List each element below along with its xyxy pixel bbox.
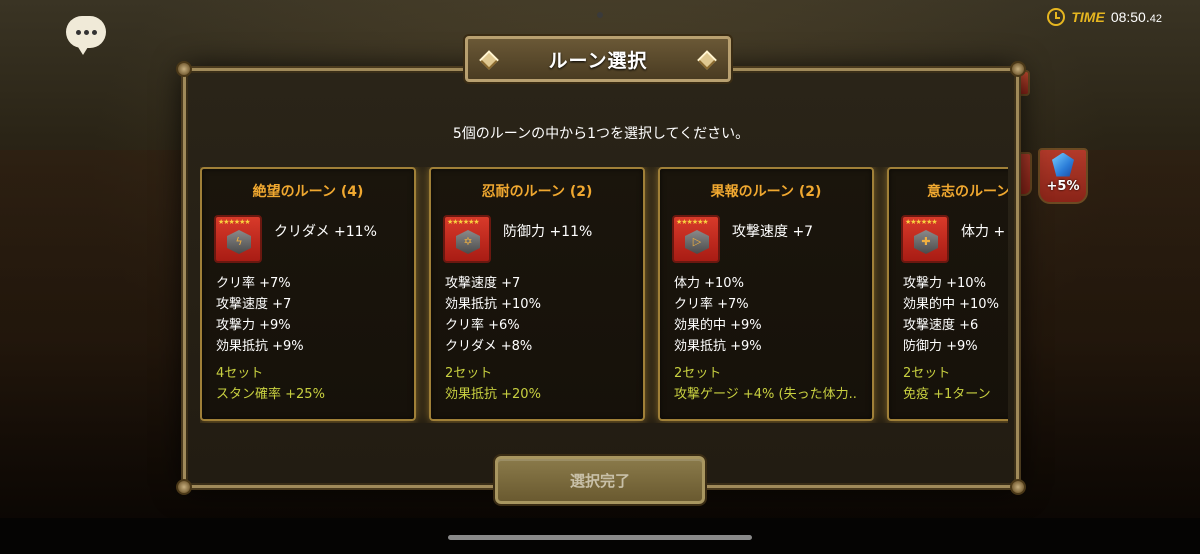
sub-stat: クリ率 +7% bbox=[674, 297, 749, 312]
rune-select-dialog: 5個のルーンの中から1つを選択してください。 絶望のルーン (4) ★★★★★★… bbox=[176, 61, 1026, 495]
rune-card[interactable]: 意志のルーン ★★★★★★ ✚ 体力 + 攻撃力 +10% 効果的中 +10% … bbox=[887, 167, 1008, 421]
six-stars-icon: ★★★★★★ bbox=[218, 218, 251, 226]
bonus-label: +5% bbox=[1046, 178, 1080, 194]
confirm-button-label: 選択完了 bbox=[569, 471, 630, 490]
sub-stat: 攻撃力 +10% bbox=[903, 276, 986, 291]
rune-name: 忍耐のルーン (2) bbox=[481, 184, 593, 200]
rune-set-info: 2セット 効果抵抗 +20% bbox=[445, 363, 541, 405]
chat-dot-icon bbox=[83, 29, 89, 35]
sub-stat: 効果的中 +9% bbox=[674, 318, 762, 333]
rune-main-stat: 防御力 +11% bbox=[503, 224, 593, 240]
set-count: 2セット bbox=[445, 366, 493, 381]
six-stars-icon: ★★★★★★ bbox=[905, 218, 938, 226]
six-stars-icon: ★★★★★★ bbox=[676, 218, 709, 226]
home-indicator[interactable] bbox=[448, 535, 752, 540]
rune-icon: ★★★★★★ ✡ bbox=[443, 215, 491, 263]
set-count: 2セット bbox=[903, 366, 951, 381]
rune-name: 絶望のルーン (4) bbox=[252, 184, 364, 200]
rune-card[interactable]: 忍耐のルーン (2) ★★★★★★ ✡ 防御力 +11% 攻撃速度 +7 効果抵… bbox=[429, 167, 645, 421]
sub-stat: 攻撃力 +9% bbox=[216, 318, 291, 333]
rune-icon: ★★★★★★ ▷ bbox=[672, 215, 720, 263]
diamond-ornament-icon bbox=[697, 50, 717, 70]
revenge-glyph-icon: ▷ bbox=[692, 235, 702, 248]
sub-stat: クリダメ +8% bbox=[445, 339, 533, 354]
chat-button[interactable] bbox=[66, 16, 106, 55]
rune-set-info: 2セット 攻撃ゲージ +4% (失った体力.. bbox=[674, 363, 857, 405]
dialog-title: ルーン選択 bbox=[548, 49, 648, 72]
time-value: 08:50.42 bbox=[1110, 9, 1162, 25]
time-label: TIME bbox=[1071, 9, 1105, 25]
alarm-clock-icon bbox=[1047, 8, 1066, 26]
despair-glyph-icon: ϟ bbox=[235, 235, 243, 248]
time-display: TIME 08:50.42 bbox=[1047, 6, 1162, 28]
rune-card[interactable]: 絶望のルーン (4) ★★★★★★ ϟ クリダメ +11% クリ率 +7% 攻撃… bbox=[200, 167, 416, 421]
rune-sub-stats: クリ率 +7% 攻撃速度 +7 攻撃力 +9% 効果抵抗 +9% bbox=[216, 273, 304, 357]
corner-rivet-icon bbox=[176, 61, 192, 77]
six-stars-icon: ★★★★★★ bbox=[447, 218, 480, 226]
diamond-ornament-icon bbox=[479, 50, 499, 70]
set-effect: 効果抵抗 +20% bbox=[445, 387, 541, 402]
sub-stat: 効果的中 +10% bbox=[903, 297, 999, 312]
rune-set-info: 2セット 免疫 +1ターン bbox=[903, 363, 991, 405]
set-effect: 攻撃ゲージ +4% (失った体力.. bbox=[674, 387, 857, 402]
rune-sub-stats: 攻撃力 +10% 効果的中 +10% 攻撃速度 +6 防御力 +9% bbox=[903, 273, 999, 357]
chat-dot-icon bbox=[75, 29, 81, 35]
instruction-text: 5個のルーンの中から1つを選択してください。 bbox=[452, 126, 750, 142]
will-glyph-icon: ✚ bbox=[921, 235, 931, 248]
sub-stat: クリ率 +6% bbox=[445, 318, 520, 333]
sub-stat: 効果抵抗 +10% bbox=[445, 297, 541, 312]
set-effect: 免疫 +1ターン bbox=[903, 387, 991, 402]
sub-stat: 効果抵抗 +9% bbox=[216, 339, 304, 354]
rune-main-stat: 体力 + bbox=[961, 224, 1006, 240]
bonus-badge[interactable]: +5% bbox=[1038, 148, 1088, 204]
rune-icon: ★★★★★★ ✚ bbox=[901, 215, 949, 263]
rune-card-list[interactable]: 絶望のルーン (4) ★★★★★★ ϟ クリダメ +11% クリ率 +7% 攻撃… bbox=[200, 167, 1008, 423]
sub-stat: 攻撃速度 +6 bbox=[903, 318, 979, 333]
camera-dot bbox=[597, 12, 603, 18]
sub-stat: 攻撃速度 +7 bbox=[216, 297, 292, 312]
corner-rivet-icon bbox=[1010, 479, 1026, 495]
dialog-title-banner: ルーン選択 bbox=[465, 36, 731, 82]
set-count: 2セット bbox=[674, 366, 722, 381]
set-effect: スタン確率 +25% bbox=[216, 387, 325, 402]
confirm-selection-button[interactable]: 選択完了 bbox=[495, 456, 705, 504]
sub-stat: 攻撃速度 +7 bbox=[445, 276, 521, 291]
rune-sub-stats: 攻撃速度 +7 効果抵抗 +10% クリ率 +6% クリダメ +8% bbox=[445, 273, 541, 357]
sub-stat: クリ率 +7% bbox=[216, 276, 291, 291]
corner-rivet-icon bbox=[1010, 61, 1026, 77]
corner-rivet-icon bbox=[176, 479, 192, 495]
rune-main-stat: クリダメ +11% bbox=[274, 224, 377, 240]
rune-card[interactable]: 果報のルーン (2) ★★★★★★ ▷ 攻撃速度 +7 体力 +10% クリ率 … bbox=[658, 167, 874, 421]
rune-name: 意志のルーン bbox=[927, 184, 1008, 200]
set-count: 4セット bbox=[216, 366, 264, 381]
rune-name: 果報のルーン (2) bbox=[710, 184, 822, 200]
blue-gem-icon bbox=[1052, 152, 1074, 177]
sub-stat: 防御力 +9% bbox=[903, 339, 978, 354]
rune-sub-stats: 体力 +10% クリ率 +7% 効果的中 +9% 効果抵抗 +9% bbox=[674, 273, 762, 357]
rune-main-stat: 攻撃速度 +7 bbox=[732, 224, 814, 240]
sub-stat: 体力 +10% bbox=[674, 276, 744, 291]
rune-set-info: 4セット スタン確率 +25% bbox=[216, 363, 325, 405]
endure-glyph-icon: ✡ bbox=[463, 235, 473, 248]
rune-icon: ★★★★★★ ϟ bbox=[214, 215, 262, 263]
chat-dot-icon bbox=[91, 29, 97, 35]
sub-stat: 効果抵抗 +9% bbox=[674, 339, 762, 354]
